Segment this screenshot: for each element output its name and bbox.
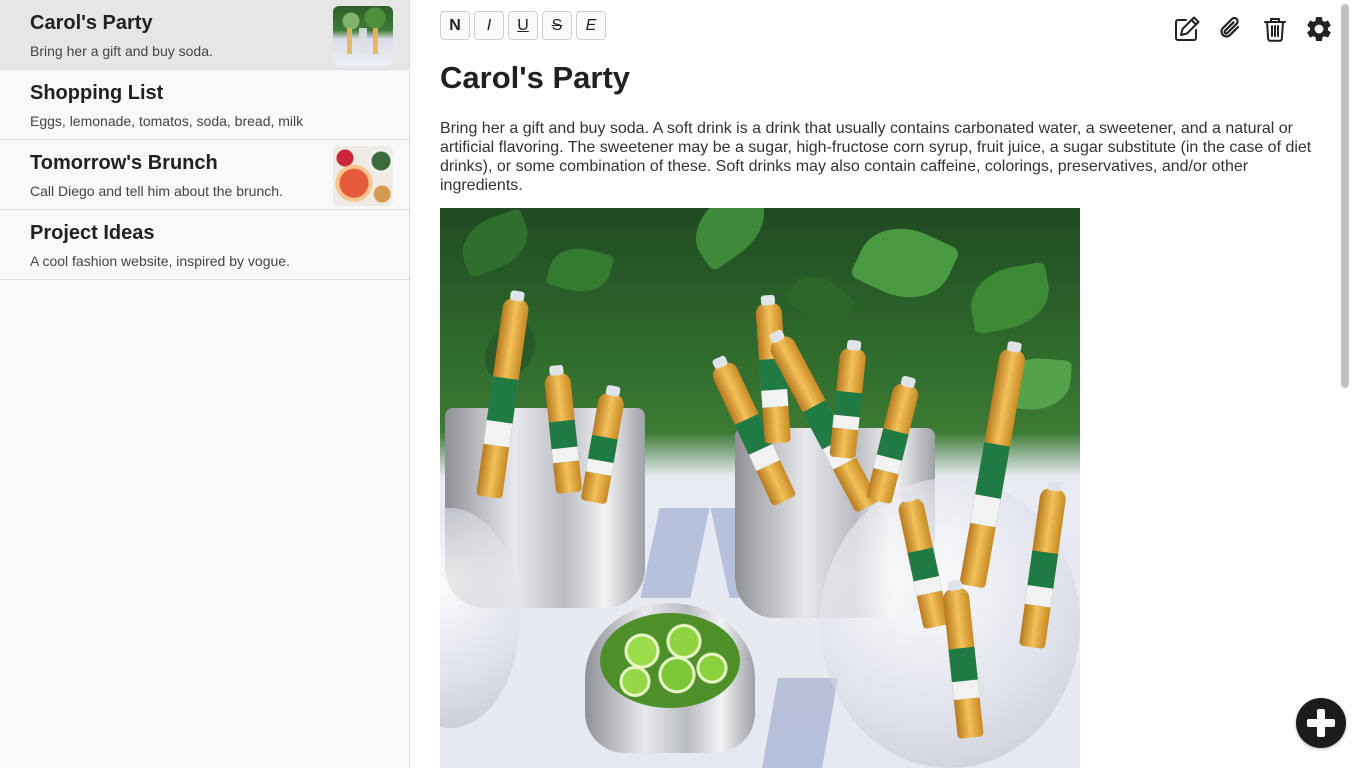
edit-icon[interactable] <box>1172 14 1202 44</box>
underline-button[interactable]: U <box>508 11 538 40</box>
note-title: Shopping List <box>30 82 164 104</box>
note-preview: Eggs, lemonade, tomatos, soda, bread, mi… <box>30 113 304 129</box>
add-note-button[interactable] <box>1296 698 1346 748</box>
plus-icon <box>1307 709 1335 737</box>
note-preview: Bring her a gift and buy soda. <box>30 43 213 59</box>
note-title: Tomorrow's Brunch <box>30 152 218 174</box>
note-item-tomorrows-brunch[interactable]: Tomorrow's Brunch Call Diego and tell hi… <box>0 140 409 210</box>
editor-scrollbar[interactable] <box>1338 0 1352 768</box>
format-toolbar: N I U S E <box>440 11 606 40</box>
note-item-carols-party[interactable]: Carol's Party Bring her a gift and buy s… <box>0 0 409 70</box>
note-image <box>440 208 1080 768</box>
note-title: Project Ideas <box>30 222 155 244</box>
note-body-text[interactable]: Bring her a gift and buy soda. A soft dr… <box>440 119 1320 195</box>
bold-button[interactable]: N <box>440 11 470 40</box>
emphasis-button[interactable]: E <box>576 11 606 40</box>
note-editor: N I U S E Carol's Party Bring her a gift… <box>410 0 1352 768</box>
note-thumbnail <box>333 146 393 206</box>
note-title: Carol's Party <box>30 12 153 34</box>
note-preview: A cool fashion website, inspired by vogu… <box>30 253 290 269</box>
note-thumbnail <box>333 6 393 66</box>
note-actions <box>1172 14 1334 44</box>
note-item-shopping-list[interactable]: Shopping List Eggs, lemonade, tomatos, s… <box>0 70 409 140</box>
note-preview: Call Diego and tell him about the brunch… <box>30 183 283 199</box>
scrollbar-thumb[interactable] <box>1341 4 1349 388</box>
italic-button[interactable]: I <box>474 11 504 40</box>
notes-sidebar: Carol's Party Bring her a gift and buy s… <box>0 0 410 768</box>
note-title-heading[interactable]: Carol's Party <box>440 60 630 96</box>
note-item-project-ideas[interactable]: Project Ideas A cool fashion website, in… <box>0 210 409 280</box>
trash-icon[interactable] <box>1260 14 1290 44</box>
settings-icon[interactable] <box>1304 14 1334 44</box>
attach-icon[interactable] <box>1216 14 1246 44</box>
strikethrough-button[interactable]: S <box>542 11 572 40</box>
